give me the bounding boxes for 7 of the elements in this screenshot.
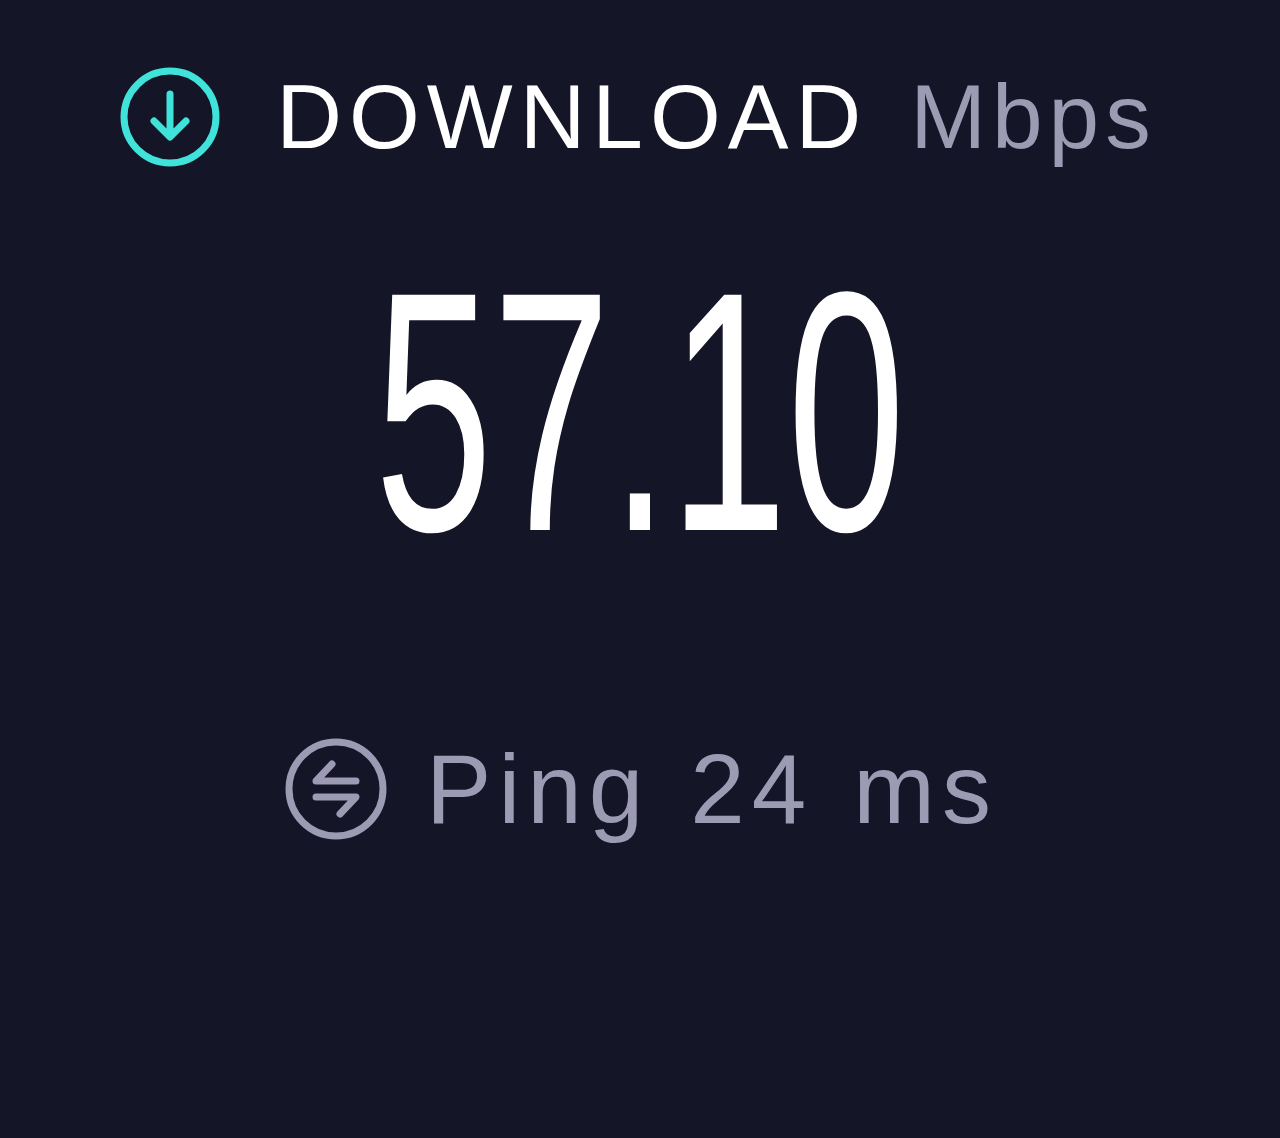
ping-label: Ping bbox=[426, 732, 651, 846]
ping-unit: ms bbox=[853, 732, 998, 846]
download-speed-value: 57.10 bbox=[374, 239, 906, 582]
two-way-arrows-icon bbox=[284, 737, 389, 841]
download-unit: Mbps bbox=[910, 65, 1157, 169]
download-label: DOWNLOAD bbox=[276, 65, 869, 169]
ping-value: 24 bbox=[690, 732, 814, 846]
